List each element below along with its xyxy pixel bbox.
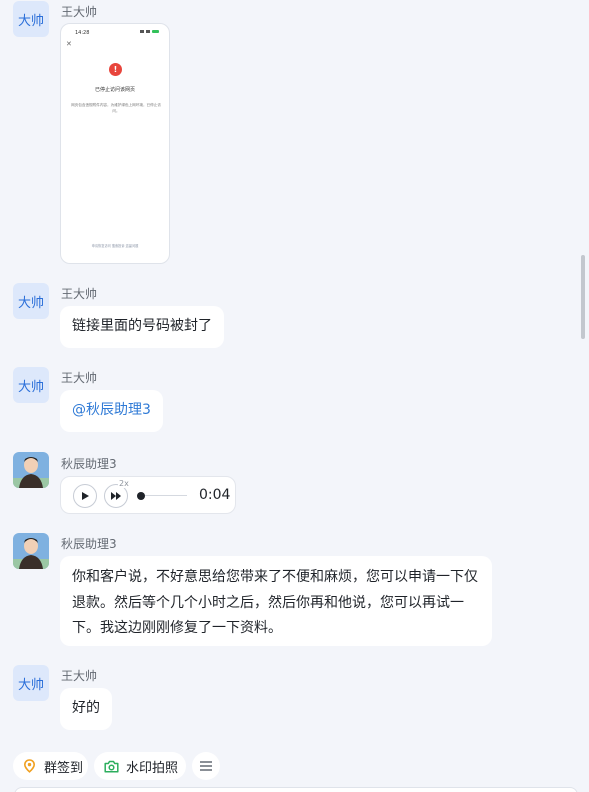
message-line: 你和客户说，不好意思给您带来了不便和麻烦，您可以申请一下仅 xyxy=(72,569,478,585)
menu-icon xyxy=(200,761,212,771)
message-line: 下。我这边刚刚修复了一下资料。 xyxy=(72,620,282,636)
avatar[interactable]: 大帅 xyxy=(13,367,49,403)
sender-name: 王大帅 xyxy=(61,669,98,683)
checkin-button[interactable]: 群签到 xyxy=(13,752,88,780)
play-button[interactable] xyxy=(73,484,97,508)
message-input-area[interactable] xyxy=(14,787,578,792)
avatar[interactable]: 大帅 xyxy=(13,1,49,37)
watermark-photo-button[interactable]: 水印拍照 xyxy=(94,752,186,780)
message-line: 退款。然后等个几个小时之后，然后你再和他说，您可以再试一 xyxy=(72,594,464,611)
message-bubble[interactable]: @秋辰助理3 xyxy=(60,390,163,432)
warning-icon: ! xyxy=(109,63,122,76)
assistant-avatar-image xyxy=(13,452,49,488)
location-pin-icon xyxy=(23,759,36,773)
camera-icon xyxy=(104,760,119,773)
sender-name: 秋辰助理3 xyxy=(61,537,117,551)
image-attachment[interactable]: 14:28 ✕ ! 已停止访问该网页 网页包含违规附件内容，为维护绿色上网环境，… xyxy=(60,23,170,264)
assistant-avatar-image xyxy=(13,533,49,569)
chat-message-list[interactable]: 大帅 王大帅 14:28 ✕ ! 已停止访问该网页 网页包含违规附件内容，为维护… xyxy=(0,0,589,792)
avatar[interactable]: 大帅 xyxy=(13,665,49,701)
fast-forward-icon xyxy=(111,492,121,500)
mention-link[interactable]: @秋辰助理3 xyxy=(72,402,151,418)
checkin-label: 群签到 xyxy=(44,760,84,776)
voice-message[interactable]: 2x 0:04 xyxy=(60,476,236,514)
quick-action-bar: 群签到 水印拍照 xyxy=(0,752,589,782)
phone-page-desc: 网页包含违规附件内容，为维护绿色上网环境，已停止访问。 xyxy=(71,103,161,113)
sender-name: 王大帅 xyxy=(61,371,98,385)
phone-status-time: 14:28 xyxy=(75,30,90,36)
avatar[interactable] xyxy=(13,452,49,488)
message-bubble[interactable]: 你和客户说，不好意思给您带来了不便和麻烦，您可以申请一下仅 退款。然后等个几个小… xyxy=(60,556,492,646)
voice-progress-knob[interactable] xyxy=(137,492,145,500)
avatar[interactable] xyxy=(13,533,49,569)
message-bubble[interactable]: 好的 xyxy=(60,688,112,730)
phone-page-footer: 申请恢复访问 搜索投诉 遗留问题 xyxy=(91,244,139,248)
voice-duration: 0:04 xyxy=(199,487,231,503)
phone-status-icons xyxy=(140,30,159,33)
sender-name: 秋辰助理3 xyxy=(61,457,117,471)
avatar[interactable]: 大帅 xyxy=(13,283,49,319)
photo-label: 水印拍照 xyxy=(126,760,179,776)
sender-name: 王大帅 xyxy=(61,5,98,19)
more-actions-button[interactable] xyxy=(192,752,220,780)
scrollbar[interactable] xyxy=(581,255,585,339)
phone-page-title: 已停止访问该网页 xyxy=(94,87,135,93)
message-bubble[interactable]: 链接里面的号码被封了 xyxy=(60,306,224,348)
close-icon: ✕ xyxy=(66,40,72,48)
speed-label: 2x xyxy=(118,479,130,488)
play-icon xyxy=(82,492,89,500)
sender-name: 王大帅 xyxy=(61,287,98,301)
